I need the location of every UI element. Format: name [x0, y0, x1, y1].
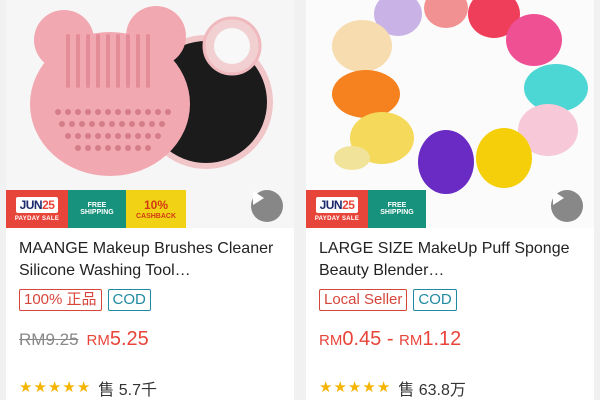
sold-label: 售	[398, 382, 415, 399]
promo-badges: JUN25 PAYDAY SALE FREE SHIPPING	[306, 190, 426, 228]
payday-sale-badge: JUN25 PAYDAY SALE	[306, 190, 368, 228]
product-grid: JUN25 PAYDAY SALE FREE SHIPPING 10% CASH…	[0, 0, 600, 400]
payday-sale-badge: JUN25 PAYDAY SALE	[6, 190, 68, 228]
sold-count: 售 5.7千	[98, 376, 157, 400]
price-currency: RM	[86, 332, 110, 349]
rating-stars: ★ ★ ★ ★ ★	[319, 380, 390, 396]
price-amount: 5.25	[109, 328, 149, 350]
badge-month: JUN	[19, 197, 43, 212]
play-icon	[253, 191, 264, 205]
product-image[interactable]: JUN25 PAYDAY SALE FREE SHIPPING	[306, 0, 594, 228]
play-video-button[interactable]	[251, 190, 283, 222]
star-icon: ★	[376, 379, 391, 396]
star-icon: ★	[62, 379, 76, 396]
product-image[interactable]: JUN25 PAYDAY SALE FREE SHIPPING 10% CASH…	[6, 0, 294, 228]
play-video-button[interactable]	[551, 190, 583, 222]
free-shipping-line2: SHIPPING	[380, 209, 414, 216]
badge-day: 25	[42, 197, 55, 212]
star-icon: ★	[319, 379, 333, 396]
cod-tag: COD	[107, 289, 151, 311]
sold-count: 售 63.8万	[398, 376, 466, 400]
star-icon: ★	[33, 379, 47, 396]
sold-label: 售	[98, 382, 115, 399]
product-tags: 100% 正品 COD	[19, 289, 151, 311]
star-icon: ★	[76, 379, 91, 396]
play-icon	[553, 191, 564, 205]
product-card[interactable]: JUN25 PAYDAY SALE FREE SHIPPING LARGE SI…	[306, 0, 594, 400]
rating-row: ★ ★ ★ ★ ★ 售 5.7千	[19, 376, 157, 400]
price-row: RM0.45 - RM1.12	[319, 328, 461, 351]
star-icon: ★	[347, 379, 362, 396]
sold-value: 5.7千	[118, 382, 157, 399]
local-seller-tag: Local Seller	[319, 289, 408, 311]
free-shipping-line1: FREE	[87, 202, 107, 209]
product-card[interactable]: JUN25 PAYDAY SALE FREE SHIPPING 10% CASH…	[6, 0, 294, 400]
cashback-percent: 10%	[143, 197, 169, 212]
star-icon: ★	[47, 379, 62, 396]
price-min-amount: 0.45	[342, 328, 382, 350]
price-row: RM9.25 RM5.25	[19, 328, 149, 351]
star-icon: ★	[19, 379, 33, 396]
star-icon: ★	[333, 379, 347, 396]
price-max-amount: 1.12	[422, 328, 462, 350]
cashback-label: CASHBACK	[135, 212, 177, 220]
price-range: RM0.45 - RM1.12	[319, 328, 461, 351]
promo-badges: JUN25 PAYDAY SALE FREE SHIPPING 10% CASH…	[6, 190, 186, 228]
free-shipping-badge: FREE SHIPPING	[368, 190, 426, 228]
product-title[interactable]: MAANGE Makeup Brushes Cleaner Silicone W…	[19, 238, 285, 282]
sold-value: 63.8万	[418, 382, 466, 399]
price-min-currency: RM	[319, 332, 343, 349]
product-tags: Local Seller COD	[319, 289, 457, 311]
free-shipping-line1: FREE	[387, 202, 407, 209]
price-max-currency: RM	[399, 332, 423, 349]
sale-price: RM5.25	[87, 328, 149, 351]
cashback-badge: 10% CASHBACK	[126, 190, 186, 228]
cod-tag: COD	[413, 289, 457, 311]
free-shipping-badge: FREE SHIPPING	[68, 190, 126, 228]
price-separator: -	[381, 328, 400, 350]
badge-event-label: PAYDAY SALE	[14, 215, 60, 222]
badge-month: JUN	[319, 197, 343, 212]
star-icon: ★	[362, 379, 376, 396]
free-shipping-line2: SHIPPING	[80, 209, 114, 216]
rating-row: ★ ★ ★ ★ ★ 售 63.8万	[319, 376, 466, 400]
rating-stars: ★ ★ ★ ★ ★	[19, 380, 90, 396]
authentic-tag: 100% 正品	[19, 289, 102, 311]
badge-event-label: PAYDAY SALE	[314, 215, 360, 222]
badge-day: 25	[342, 197, 355, 212]
product-title[interactable]: LARGE SIZE MakeUp Puff Sponge Beauty Ble…	[319, 238, 585, 282]
original-price: RM9.25	[19, 330, 79, 349]
